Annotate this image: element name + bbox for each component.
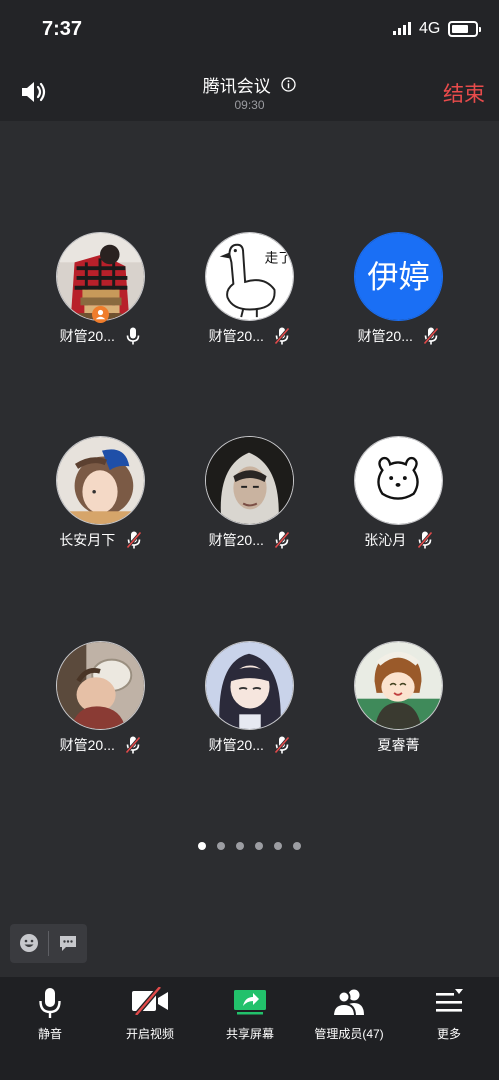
- avatar-caption: 走了: [265, 250, 292, 266]
- meeting-duration: 09:30: [234, 98, 265, 112]
- participant-name: 财管20...: [357, 328, 413, 344]
- participant-tile[interactable]: 夏睿菁: [324, 641, 473, 771]
- emoji-icon[interactable]: [19, 933, 39, 953]
- more-menu-icon: [436, 989, 463, 1012]
- participant-name: 财管20...: [208, 328, 264, 344]
- mute-button[interactable]: 静音: [0, 977, 100, 1080]
- mic-muted-icon: [274, 531, 291, 549]
- page-dot[interactable]: [217, 842, 225, 850]
- participant-tile[interactable]: 伊婷 财管20...: [324, 232, 473, 362]
- participant-name-row: 财管20...: [324, 326, 473, 346]
- participant-name: 长安月下: [59, 532, 116, 548]
- participant-tile[interactable]: 走了 财管20...: [175, 232, 324, 362]
- participant-name-row: 财管20...: [175, 735, 324, 755]
- status-bar: 7:37 4G: [0, 0, 499, 60]
- page-dot[interactable]: [255, 842, 263, 850]
- participant-name: 财管20...: [208, 532, 264, 548]
- participant-tile[interactable]: 财管20...: [26, 641, 175, 771]
- participant-tile[interactable]: 财管20...: [175, 436, 324, 566]
- members-icon: [331, 989, 364, 1017]
- meeting-header: 腾讯会议 09:30 结束: [0, 60, 499, 121]
- start-video-label: 开启视频: [125, 1027, 174, 1041]
- end-meeting-button[interactable]: 结束: [443, 78, 485, 108]
- participant-name-row: 财管20...: [26, 735, 175, 755]
- page-dot[interactable]: [236, 842, 244, 850]
- info-icon[interactable]: [281, 77, 296, 92]
- participant-tile[interactable]: 财管20...: [26, 232, 175, 362]
- participant-tile[interactable]: 张沁月: [324, 436, 473, 566]
- page-dot[interactable]: [274, 842, 282, 850]
- video-off-icon: [132, 987, 168, 1015]
- page-dot-active[interactable]: [198, 842, 206, 850]
- more-label: 更多: [436, 1027, 461, 1041]
- mic-muted-icon: [274, 736, 291, 754]
- status-time: 7:37: [42, 18, 83, 40]
- share-screen-icon: [234, 990, 266, 1015]
- mic-muted-icon: [417, 531, 433, 549]
- network-type: 4G: [419, 20, 441, 37]
- participant-name-row: 张沁月: [324, 530, 473, 550]
- mute-label: 静音: [37, 1027, 62, 1041]
- avatar: [205, 436, 294, 525]
- avatar: [56, 436, 145, 525]
- signal-icon: [393, 22, 411, 35]
- host-badge: [92, 306, 109, 323]
- participant-name: 财管20...: [59, 737, 115, 753]
- page-dot[interactable]: [293, 842, 301, 850]
- share-screen-button[interactable]: 共享屏幕: [200, 977, 300, 1080]
- mic-muted-icon: [125, 736, 142, 754]
- avatar: 伊婷: [354, 232, 443, 321]
- participant-name-row: 财管20...: [175, 530, 324, 550]
- share-screen-label: 共享屏幕: [225, 1027, 274, 1041]
- mic-muted-icon: [126, 531, 142, 549]
- battery-icon: [448, 21, 481, 37]
- reaction-bar: [10, 924, 87, 963]
- manage-members-button[interactable]: 管理成员(47): [299, 977, 399, 1080]
- chat-icon[interactable]: [58, 933, 78, 953]
- avatar: [354, 436, 443, 525]
- participant-name-row: 财管20...: [26, 326, 175, 346]
- participant-name: 财管20...: [208, 737, 264, 753]
- participant-name-row: 夏睿菁: [324, 735, 473, 755]
- participant-name-row: 财管20...: [175, 326, 324, 346]
- participant-name: 夏睿菁: [377, 737, 420, 753]
- manage-members-label: 管理成员(47): [314, 1027, 384, 1041]
- participant-name-row: 长安月下: [26, 530, 175, 550]
- avatar: 走了: [205, 232, 294, 321]
- mic-muted-icon: [423, 327, 440, 345]
- avatar: [56, 641, 145, 730]
- more-button[interactable]: 更多: [399, 977, 499, 1080]
- microphone-icon: [127, 327, 140, 345]
- avatar: [354, 641, 443, 730]
- participant-tile[interactable]: 长安月下: [26, 436, 175, 566]
- avatar: [205, 641, 294, 730]
- start-video-button[interactable]: 开启视频: [100, 977, 200, 1080]
- participant-name: 张沁月: [364, 532, 407, 548]
- microphone-icon: [39, 988, 61, 1018]
- participant-name: 财管20...: [59, 328, 115, 344]
- avatar-initials: 伊婷: [367, 260, 430, 296]
- divider: [48, 931, 49, 956]
- meeting-title: 腾讯会议: [202, 77, 271, 96]
- meeting-title-row[interactable]: 腾讯会议: [0, 72, 499, 97]
- mic-muted-icon: [274, 327, 291, 345]
- page-indicator[interactable]: [0, 842, 499, 850]
- participant-tile[interactable]: 财管20...: [175, 641, 324, 771]
- bottom-toolbar: 静音 开启视频 共享屏幕 管理成员(47) 更多: [0, 977, 499, 1080]
